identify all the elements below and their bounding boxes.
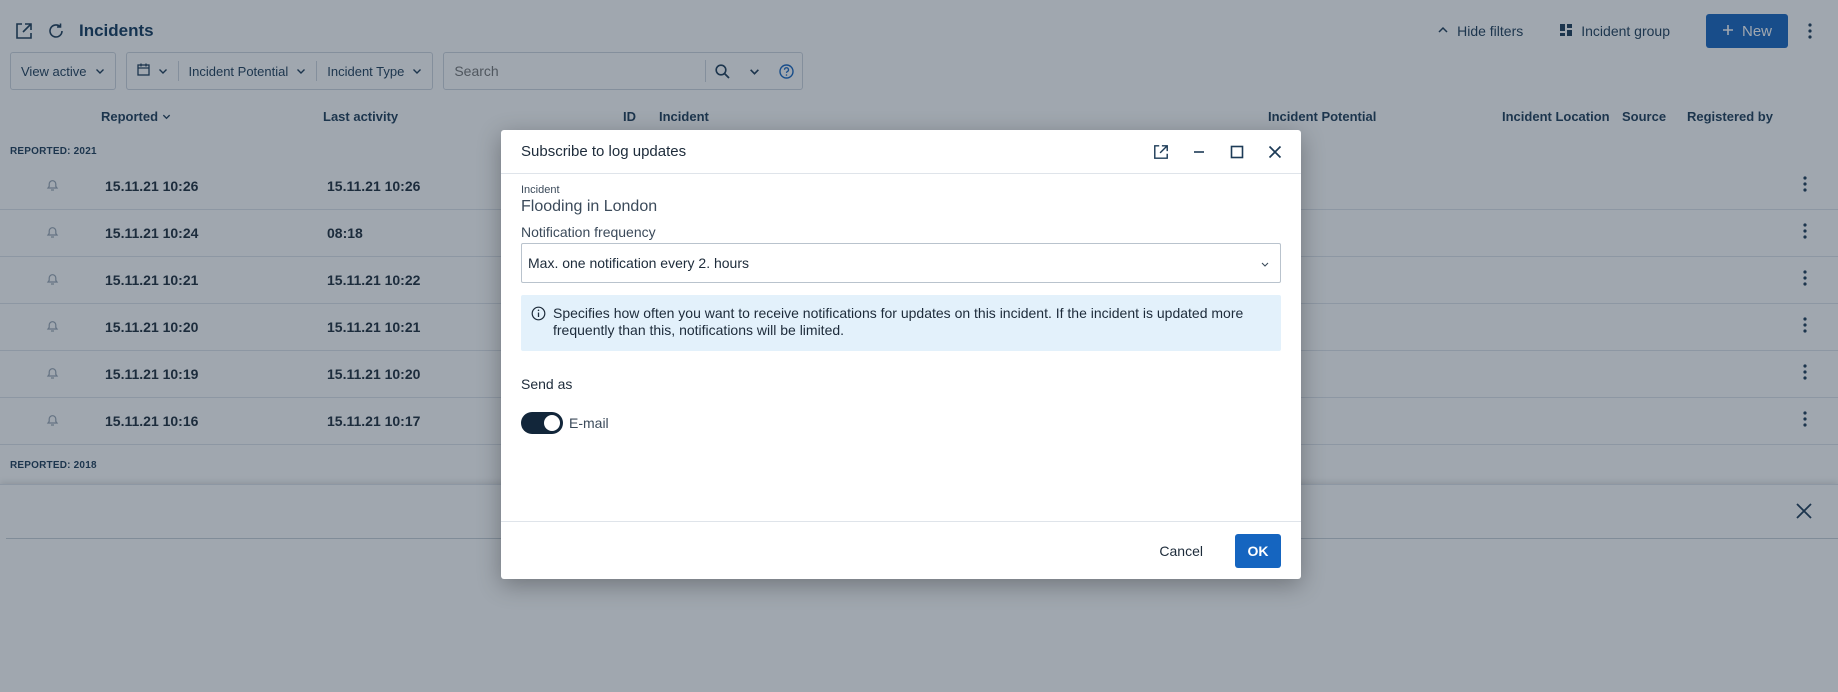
dialog-header: Subscribe to log updates (501, 130, 1301, 174)
cancel-button[interactable]: Cancel (1149, 534, 1213, 568)
dialog-body: Incident Flooding in London Notification… (501, 174, 1301, 434)
send-as-label: Send as (521, 376, 573, 392)
maximize-icon[interactable] (1227, 142, 1247, 162)
info-banner: Specifies how often you want to receive … (521, 295, 1281, 351)
incident-value: Flooding in London (521, 198, 658, 215)
open-external-icon[interactable] (1151, 142, 1171, 162)
minimize-icon[interactable] (1189, 142, 1209, 162)
frequency-value: Max. one notification every 2. hours (528, 255, 750, 271)
close-icon[interactable] (1265, 142, 1285, 162)
chevron-down-icon (1260, 256, 1270, 272)
frequency-select[interactable]: Max. one notification every 2. hours (521, 243, 1281, 283)
email-toggle-row: E-mail (521, 412, 1281, 434)
dialog-footer: Cancel OK (501, 521, 1301, 579)
incident-label: Incident (521, 184, 560, 196)
email-toggle[interactable] (521, 412, 563, 434)
info-text: Specifies how often you want to receive … (553, 305, 1244, 338)
frequency-label: Notification frequency (521, 224, 656, 240)
info-icon (531, 306, 547, 339)
dialog-controls (1151, 130, 1285, 174)
ok-button[interactable]: OK (1235, 534, 1281, 568)
toggle-knob (544, 415, 560, 431)
email-label: E-mail (569, 415, 609, 431)
subscribe-dialog: Subscribe to log updates Incident Floodi… (501, 130, 1301, 579)
dialog-title: Subscribe to log updates (521, 143, 687, 160)
